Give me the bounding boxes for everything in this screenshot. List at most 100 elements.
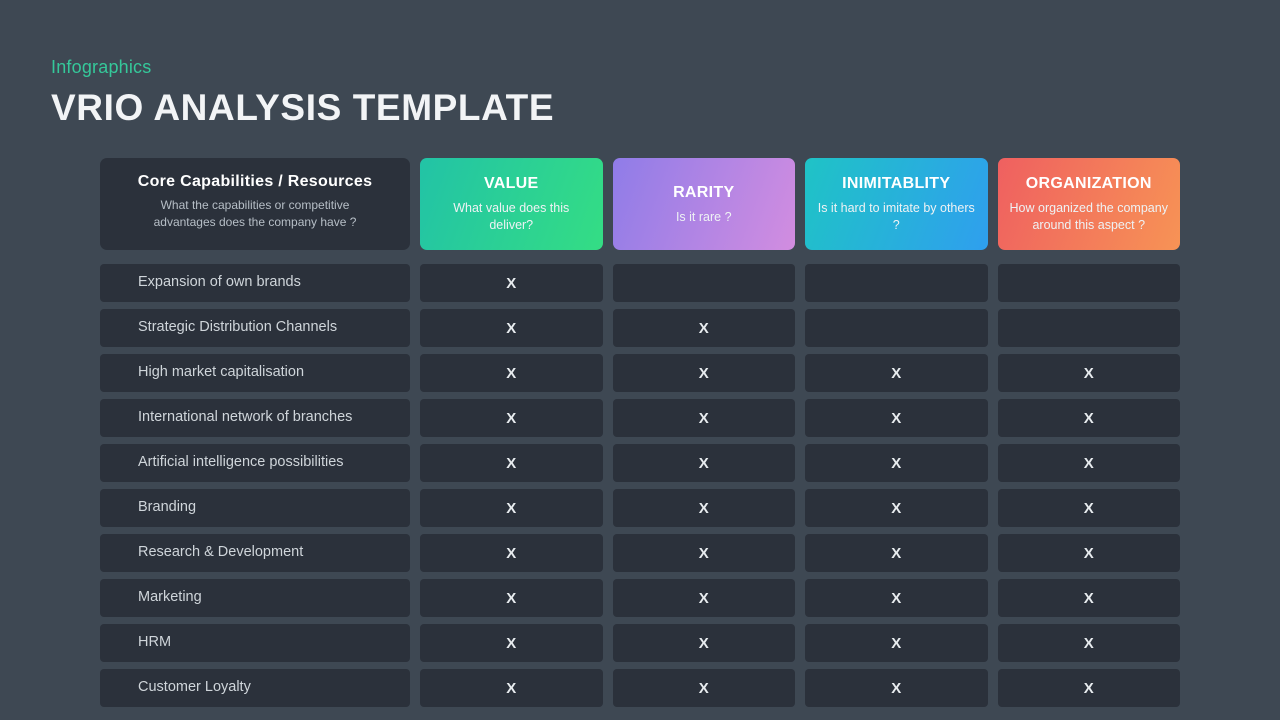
mark-cell[interactable]: X [420,489,603,527]
column-header-rarity: RARITY Is it rare ? [612,158,795,250]
mark-cell[interactable]: X [997,579,1180,617]
column-header-organization: ORGANIZATION How organized the company a… [997,158,1180,250]
vrio-matrix: Core Capabilities / Resources What the c… [100,158,1180,707]
mark-cell[interactable]: X [612,624,795,662]
mark-x: X [1083,364,1094,382]
mark-x: X [1083,544,1094,562]
capability-cell[interactable]: Strategic Distribution Channels [100,309,410,347]
table-row: International network of branches X X X X [100,399,1180,437]
mark-x: X [506,454,517,472]
mark-cell[interactable]: X [997,534,1180,572]
column-header-subtitle: What value does this deliver? [453,201,570,233]
mark-x: X [506,544,517,562]
mark-x: X [1083,634,1094,652]
mark-x: X [891,634,902,652]
mark-cell[interactable]: X [420,444,603,482]
column-header-title: ORGANIZATION [1025,175,1152,193]
mark-cell[interactable]: X [997,354,1180,392]
mark-cell[interactable]: X [612,534,795,572]
column-header-subtitle: What the capabilities or competitive adv… [153,198,357,229]
mark-cell[interactable]: X [805,669,988,707]
mark-cell[interactable]: X [612,354,795,392]
mark-cell[interactable]: X [420,309,603,347]
mark-cell[interactable]: X [805,354,988,392]
mark-x: X [506,364,517,382]
mark-cell[interactable]: X [420,579,603,617]
capability-cell[interactable]: Expansion of own brands [100,264,410,302]
capability-label: Artificial intelligence possibilities [138,454,344,471]
mark-cell[interactable]: X [420,534,603,572]
capability-cell[interactable]: International network of branches [100,399,410,437]
mark-x: X [891,499,902,517]
mark-cell[interactable]: X [997,624,1180,662]
mark-x: X [698,454,709,472]
column-header-title: RARITY [673,183,735,201]
mark-cell[interactable]: X [612,489,795,527]
capability-cell[interactable]: High market capitalisation [100,354,410,392]
capability-cell[interactable]: Marketing [100,579,410,617]
table-row: Expansion of own brands X [100,264,1180,302]
mark-cell[interactable]: X [805,579,988,617]
mark-cell[interactable] [997,309,1180,347]
capability-cell[interactable]: Customer Loyalty [100,669,410,707]
mark-x: X [506,274,517,292]
mark-cell[interactable]: X [420,264,603,302]
mark-cell[interactable]: X [612,669,795,707]
mark-cell[interactable]: X [612,579,795,617]
mark-x: X [698,319,709,337]
table-row: Marketing X X X X [100,579,1180,617]
mark-cell[interactable]: X [997,489,1180,527]
capability-label: Strategic Distribution Channels [138,319,338,336]
column-header-subtitle: Is it rare ? [675,209,732,224]
column-header-subtitle: How organized the company around this as… [1009,201,1168,233]
mark-x: X [891,544,902,562]
table-row: Branding X X X X [100,489,1180,527]
mark-cell[interactable]: X [420,669,603,707]
mark-x: X [506,589,517,607]
mark-cell[interactable]: X [997,444,1180,482]
capability-label: Marketing [138,589,202,606]
capability-cell[interactable]: Branding [100,489,410,527]
eyebrow-label: Infographics [51,57,152,77]
mark-cell[interactable]: X [805,624,988,662]
mark-cell[interactable]: X [612,309,795,347]
capability-label: Branding [138,499,197,516]
capability-label: Research & Development [138,544,304,561]
capability-label: Customer Loyalty [138,679,251,696]
mark-cell[interactable]: X [805,489,988,527]
table-row: Artificial intelligence possibilities X X X… [100,444,1180,482]
column-header-title: VALUE [483,175,539,193]
mark-cell[interactable]: X [997,669,1180,707]
mark-cell[interactable] [805,264,988,302]
mark-x: X [1083,679,1094,697]
column-header-subtitle: Is it hard to imitate by others ? [817,201,975,233]
mark-cell[interactable]: X [612,399,795,437]
capability-cell[interactable]: Research & Development [100,534,410,572]
capability-cell[interactable]: Artificial intelligence possibilities [100,444,410,482]
capability-label: International network of branches [138,409,353,426]
slide-canvas: Infographics VRIO ANALYSIS TEMPLATE Core… [0,0,1280,720]
mark-x: X [1083,409,1094,427]
column-header-capabilities: Core Capabilities / Resources What the c… [100,158,410,250]
capability-cell[interactable]: HRM [100,624,410,662]
table-row: Customer Loyalty X X X X [100,669,1180,707]
mark-cell[interactable]: X [420,399,603,437]
mark-cell[interactable]: X [420,354,603,392]
mark-cell[interactable] [612,264,795,302]
matrix-header-row: Core Capabilities / Resources What the c… [100,158,1180,250]
mark-cell[interactable]: X [997,399,1180,437]
mark-cell[interactable] [805,309,988,347]
mark-cell[interactable]: X [612,444,795,482]
mark-x: X [698,679,709,697]
mark-x: X [698,634,709,652]
mark-cell[interactable]: X [805,534,988,572]
matrix-body: Expansion of own brands X Strategic Distri… [100,264,1180,707]
column-header-value: VALUE What value does this deliver? [420,158,603,250]
mark-x: X [698,499,709,517]
mark-cell[interactable]: X [420,624,603,662]
mark-cell[interactable]: X [805,444,988,482]
mark-x: X [891,589,902,607]
mark-cell[interactable]: X [805,399,988,437]
mark-cell[interactable] [997,264,1180,302]
table-row: High market capitalisation X X X X [100,354,1180,392]
